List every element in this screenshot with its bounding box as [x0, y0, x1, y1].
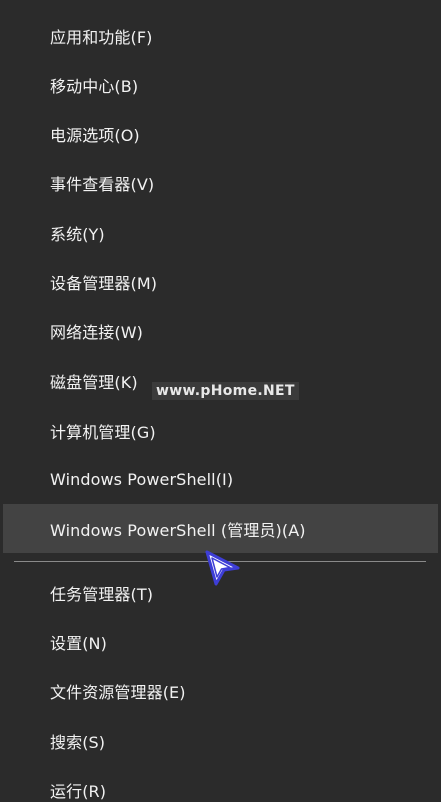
menu-item-event-viewer[interactable]: 事件查看器(V) — [0, 158, 441, 207]
mouse-pointer-icon — [205, 550, 240, 586]
menu-item-computer-management[interactable]: 计算机管理(G) — [0, 406, 441, 455]
winx-context-menu: 应用和功能(F) 移动中心(B) 电源选项(O) 事件查看器(V) 系统(Y) … — [0, 0, 441, 802]
menu-item-network-connections[interactable]: 网络连接(W) — [0, 306, 441, 355]
menu-item-label: 应用和功能(F) — [50, 27, 153, 47]
menu-item-label: 移动中心(B) — [50, 76, 139, 96]
menu-item-search[interactable]: 搜索(S) — [0, 716, 441, 765]
menu-item-apps-features[interactable]: 应用和功能(F) — [0, 11, 441, 60]
menu-item-file-explorer[interactable]: 文件资源管理器(E) — [0, 666, 441, 715]
menu-item-label: 系统(Y) — [50, 224, 105, 244]
menu-item-run[interactable]: 运行(R) — [0, 765, 441, 802]
menu-item-powershell[interactable]: Windows PowerShell(I) — [0, 455, 441, 504]
menu-item-system[interactable]: 系统(Y) — [0, 208, 441, 257]
menu-item-label: 磁盘管理(K) — [50, 372, 138, 392]
menu-item-label: Windows PowerShell(I) — [50, 470, 234, 489]
menu-item-mobility-center[interactable]: 移动中心(B) — [0, 60, 441, 109]
menu-item-label: 设备管理器(M) — [50, 273, 158, 293]
menu-item-label: Windows PowerShell (管理员)(A) — [50, 520, 306, 540]
menu-item-label: 搜索(S) — [50, 732, 106, 752]
menu-item-label: 网络连接(W) — [50, 322, 144, 342]
menu-item-label: 电源选项(O) — [50, 125, 140, 145]
menu-item-label: 文件资源管理器(E) — [50, 682, 186, 702]
menu-item-label: 设置(N) — [50, 633, 107, 653]
menu-item-label: 任务管理器(T) — [50, 584, 154, 604]
menu-item-device-manager[interactable]: 设备管理器(M) — [0, 257, 441, 306]
menu-item-label: 计算机管理(G) — [50, 422, 156, 442]
menu-item-settings[interactable]: 设置(N) — [0, 617, 441, 666]
menu-item-power-options[interactable]: 电源选项(O) — [0, 109, 441, 158]
watermark: www.pHome.NET — [152, 382, 299, 400]
menu-item-powershell-admin[interactable]: Windows PowerShell (管理员)(A) — [3, 504, 438, 553]
menu-item-label: 事件查看器(V) — [50, 174, 155, 194]
menu-item-label: 运行(R) — [50, 781, 107, 801]
